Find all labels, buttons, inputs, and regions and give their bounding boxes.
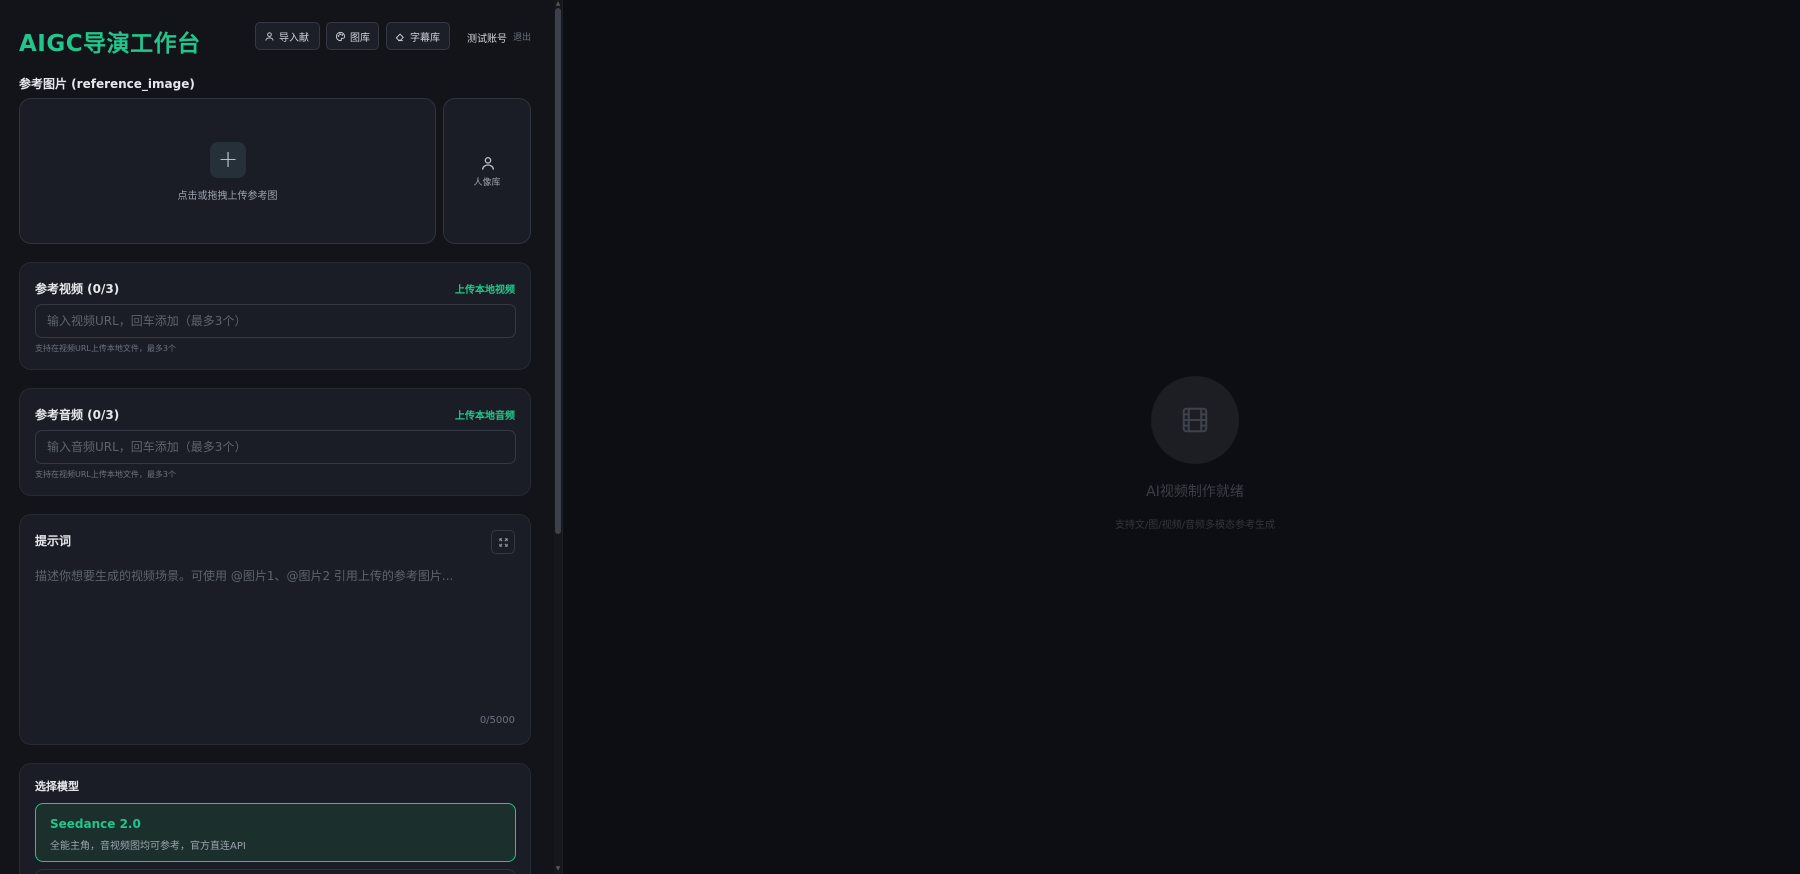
reference-video-card: 参考视频 (0/3) 上传本地视频 支持在视频URL上传本地文件，最多3个: [19, 262, 531, 370]
portrait-library-label: 人像库: [473, 178, 501, 188]
gallery-button-label: 图库: [350, 32, 370, 44]
char-count: 0/5000: [479, 715, 515, 726]
header: AIGC导演工作台 导入献 图库 字幕库 测试账号 退出: [19, 18, 531, 57]
model-option-selected[interactable]: Seedance 2.0 全能主角，音视频图均可参考，官方直连API: [35, 803, 516, 862]
user-icon: [265, 31, 274, 41]
sidebar: AIGC导演工作台 导入献 图库 字幕库 测试账号 退出 参考图片 (refer…: [0, 0, 554, 874]
upload-local-video-link[interactable]: 上传本地视频: [455, 281, 515, 296]
film-icon: [1151, 376, 1239, 464]
model-description: 全能主角，音视频图均可参考，官方直连API: [50, 841, 246, 852]
prompt-card: 提示词 0/5000: [19, 514, 531, 745]
empty-state-title: AI视频制作就绪: [1146, 484, 1244, 500]
prompt-textarea[interactable]: [35, 567, 516, 717]
reference-video-title: 参考视频 (0/3): [35, 282, 120, 296]
app-title: AIGC导演工作台: [19, 31, 201, 57]
divider: [562, 0, 563, 874]
logout-link[interactable]: 退出: [513, 30, 531, 43]
empty-state-subtitle: 支持文/图/视频/音频多模态参考生成: [1114, 520, 1276, 531]
scroll-up-icon[interactable]: ▲: [555, 1, 561, 7]
prompt-title: 提示词: [35, 534, 72, 548]
expand-icon: [498, 537, 508, 547]
import-button[interactable]: 导入献: [255, 22, 320, 50]
import-button-label: 导入献: [279, 32, 309, 44]
sidebar-scrollbar-thumb[interactable]: [555, 8, 561, 534]
expand-button[interactable]: [491, 530, 515, 554]
model-card: 选择模型 Seedance 2.0 全能主角，音视频图均可参考，官方直连API: [19, 763, 531, 874]
person-icon: [482, 157, 494, 170]
audio-hint: 支持在视频URL上传本地文件，最多3个: [35, 470, 176, 479]
model-option[interactable]: [35, 869, 516, 874]
reference-audio-card: 参考音频 (0/3) 上传本地音频 支持在视频URL上传本地文件，最多3个: [19, 388, 531, 496]
reference-image-upload[interactable]: + 点击或拖拽上传参考图: [19, 98, 436, 244]
plus-icon: +: [210, 142, 246, 178]
model-section-title: 选择模型: [35, 780, 79, 793]
reference-image-label: 参考图片 (reference_image): [19, 77, 195, 91]
scroll-down-icon[interactable]: ▼: [555, 866, 561, 872]
gallery-button[interactable]: 图库: [326, 22, 379, 50]
subtitle-library-label: 字幕库: [410, 32, 440, 44]
subtitle-library-button[interactable]: 字幕库: [386, 22, 450, 50]
reference-audio-title: 参考音频 (0/3): [35, 408, 120, 422]
model-name: Seedance 2.0: [50, 817, 141, 831]
upload-hint: 点击或拖拽上传参考图: [177, 191, 278, 202]
video-hint: 支持在视频URL上传本地文件，最多3个: [35, 344, 176, 353]
palette-icon: [335, 31, 346, 41]
video-url-input[interactable]: [35, 304, 516, 338]
portrait-library-button[interactable]: 人像库: [443, 98, 531, 244]
eraser-icon: [395, 33, 404, 41]
preview-area: AI视频制作就绪 支持文/图/视频/音频多模态参考生成: [563, 0, 1800, 874]
audio-url-input[interactable]: [35, 430, 516, 464]
upload-local-audio-link[interactable]: 上传本地音频: [455, 407, 515, 422]
account-name: 测试账号: [467, 34, 507, 45]
